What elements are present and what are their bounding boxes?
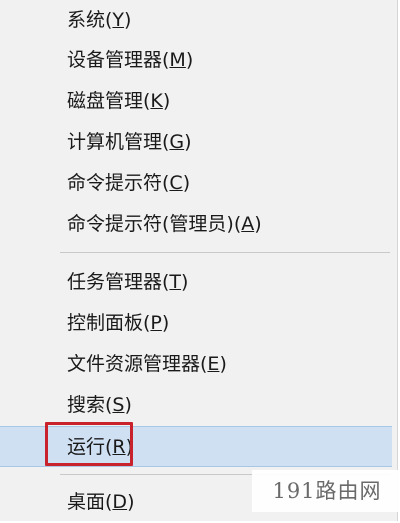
menu-item-device-manager[interactable]: 设备管理器(M) bbox=[0, 40, 398, 81]
menu-item-command-prompt[interactable]: 命令提示符(C) bbox=[0, 163, 398, 204]
menu-item-command-prompt-admin[interactable]: 命令提示符(管理员)(A) bbox=[0, 204, 398, 245]
menu-item-file-explorer[interactable]: 文件资源管理器(E) bbox=[0, 344, 398, 385]
menu-item-disk-management[interactable]: 磁盘管理(K) bbox=[0, 81, 398, 122]
menu-item-task-manager[interactable]: 任务管理器(T) bbox=[0, 262, 398, 303]
menu-item-computer-management[interactable]: 计算机管理(G) bbox=[0, 122, 398, 163]
menu-item-search[interactable]: 搜索(S) bbox=[0, 385, 398, 426]
menu-item-system[interactable]: 系统(Y) bbox=[0, 0, 398, 41]
menu-item-control-panel[interactable]: 控制面板(P) bbox=[0, 303, 398, 344]
menu-separator bbox=[60, 252, 390, 253]
watermark-logo: 191路由网 bbox=[252, 470, 400, 512]
highlight-annotation-box bbox=[45, 422, 133, 466]
